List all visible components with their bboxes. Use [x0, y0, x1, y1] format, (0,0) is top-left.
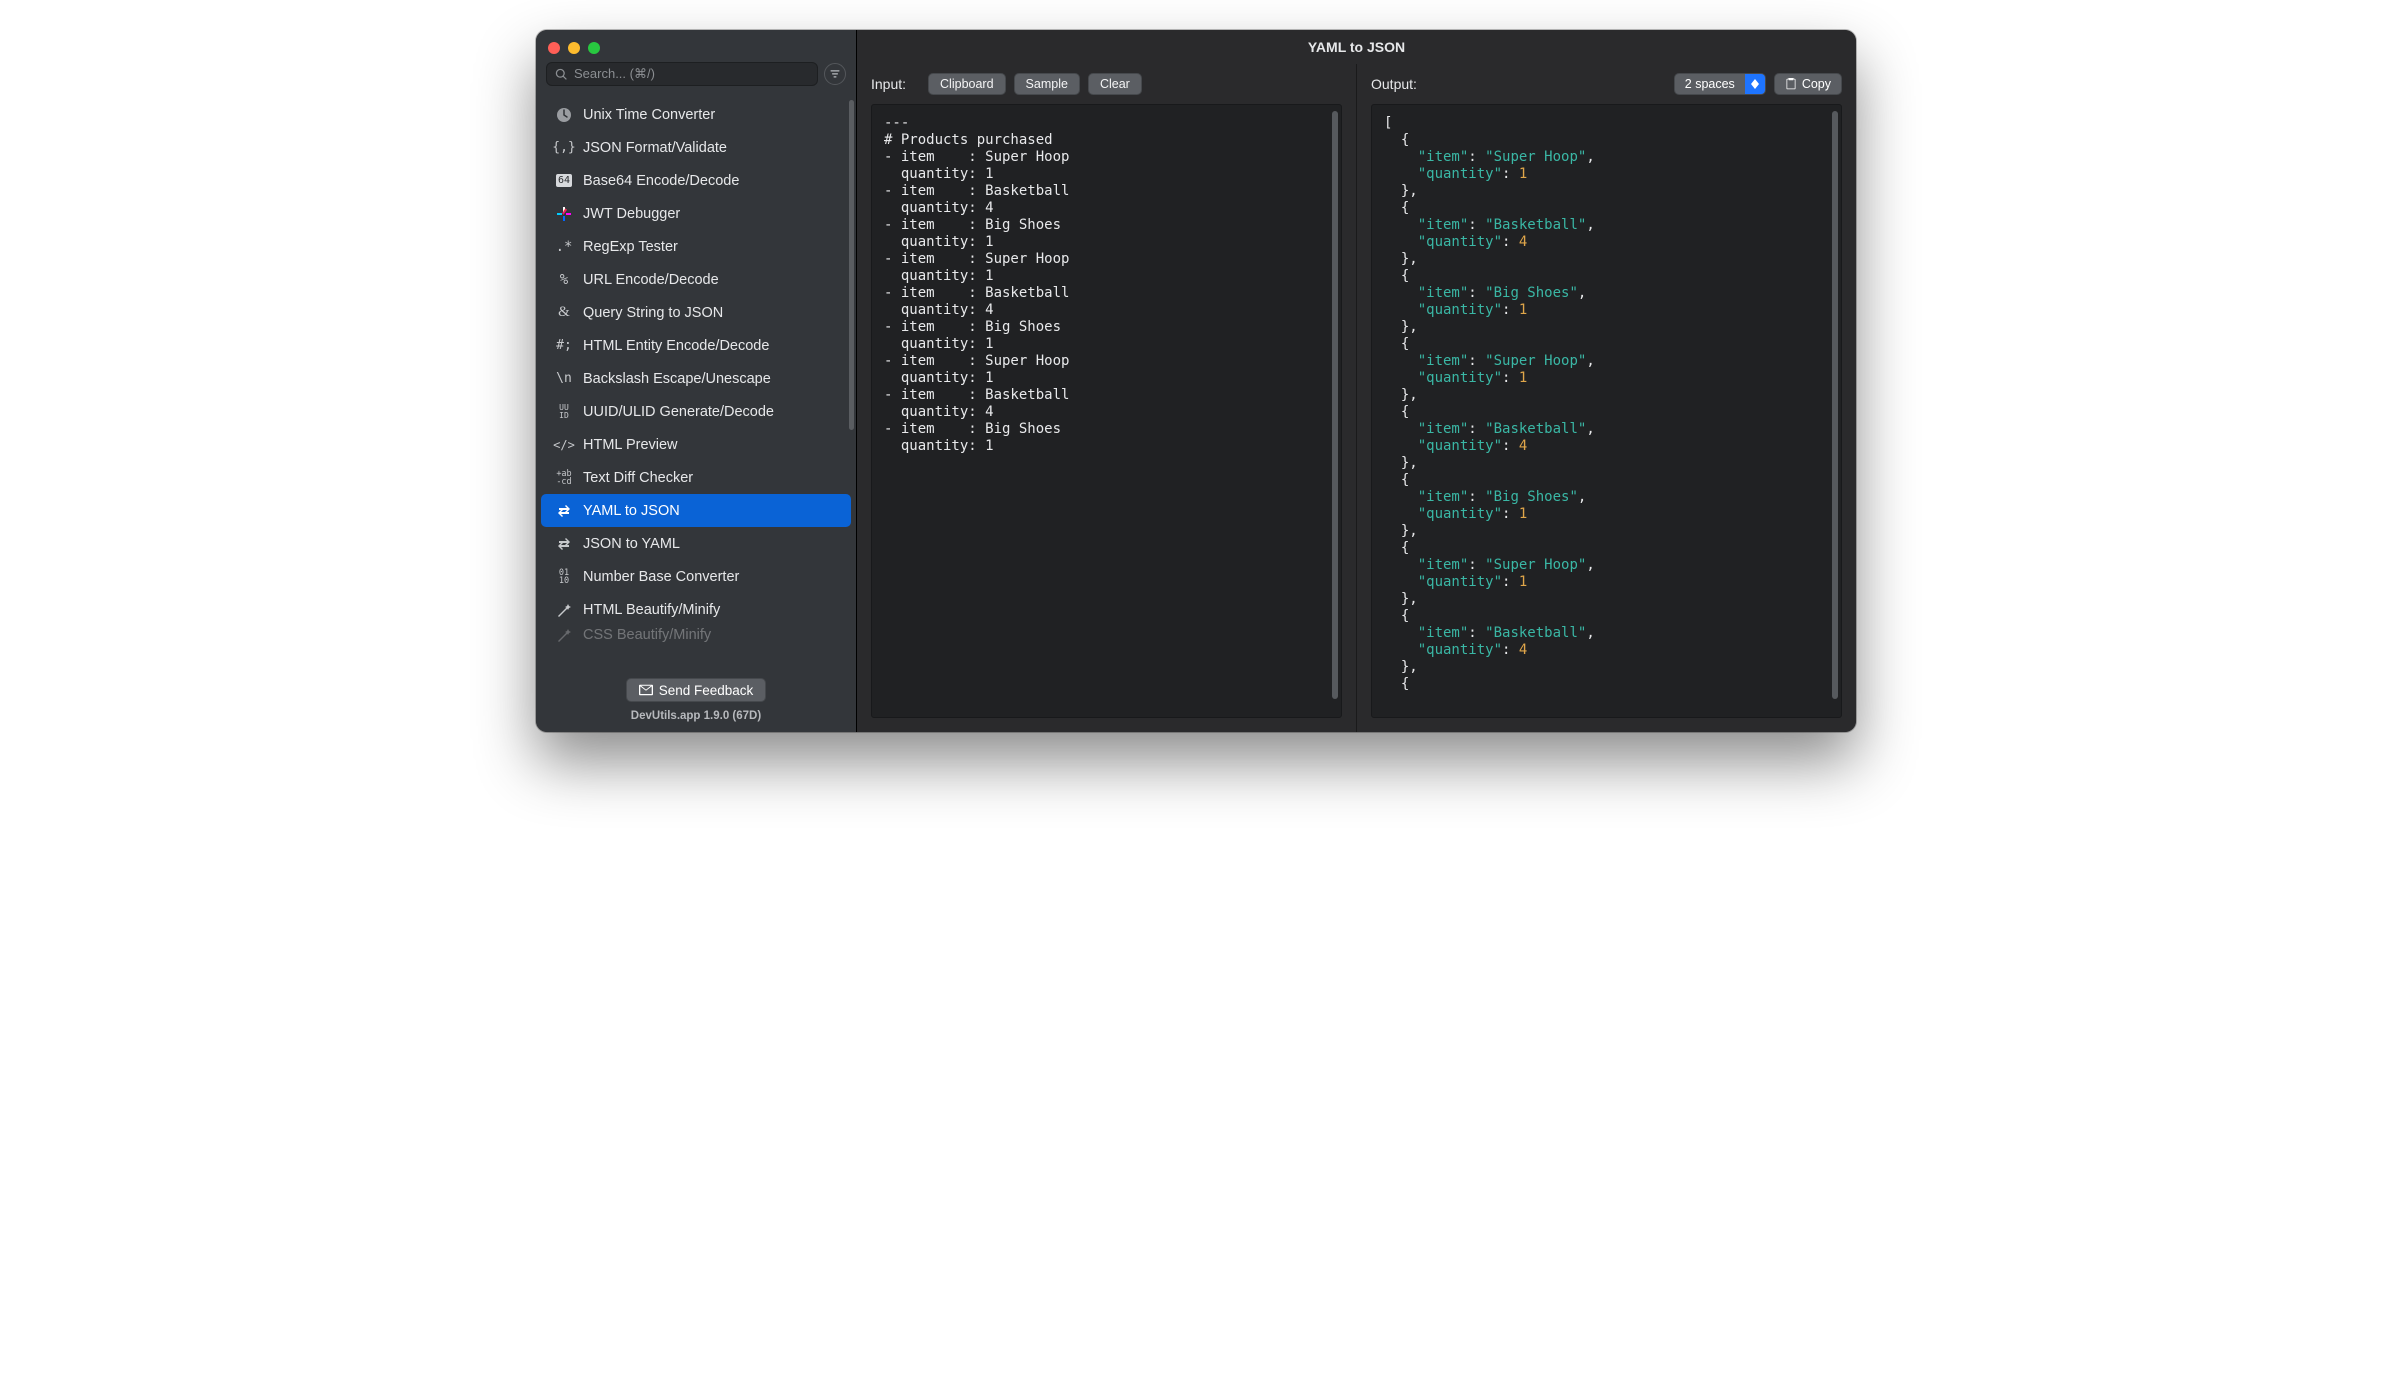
window-title: YAML to JSON — [857, 30, 1856, 64]
output-scrollbar[interactable] — [1832, 111, 1838, 699]
binary-icon: 0110 — [555, 568, 573, 586]
uuid-icon: UUID — [555, 403, 573, 421]
search-icon — [555, 68, 568, 81]
sidebar-item-label: Number Base Converter — [583, 569, 739, 585]
sidebar-item-unix-time-converter[interactable]: Unix Time Converter — [541, 98, 851, 131]
clipboard-icon — [1785, 78, 1797, 90]
chevron-updown-icon — [1745, 74, 1765, 94]
sidebar-item-label: RegExp Tester — [583, 239, 678, 255]
percent-icon: % — [555, 271, 573, 289]
sidebar-item-backslash-escape-unescape[interactable]: \n Backslash Escape/Unescape — [541, 362, 851, 395]
minimize-window-button[interactable] — [568, 42, 580, 54]
sidebar-item-label: Unix Time Converter — [583, 107, 715, 123]
swap-icon — [555, 535, 573, 553]
sidebar-item-regexp-tester[interactable]: .* RegExp Tester — [541, 230, 851, 263]
sidebar-item-label: Backslash Escape/Unescape — [583, 371, 771, 387]
sidebar-item-html-entity-encode-decode[interactable]: #; HTML Entity Encode/Decode — [541, 329, 851, 362]
sidebar-item-base64-encode-decode[interactable]: 64 Base64 Encode/Decode — [541, 164, 851, 197]
zoom-window-button[interactable] — [588, 42, 600, 54]
wand-icon — [555, 626, 573, 644]
sidebar-item-label: HTML Preview — [583, 437, 678, 453]
clock-icon — [555, 106, 573, 124]
sidebar-item-url-encode-decode[interactable]: % URL Encode/Decode — [541, 263, 851, 296]
sidebar-item-label: JSON to YAML — [583, 536, 680, 552]
app-window: Search... (⌘/) Unix Time Converter {,} JSO… — [536, 30, 1856, 732]
diff-icon: +ab-cd — [555, 469, 573, 487]
indent-value: 2 spaces — [1675, 77, 1745, 91]
send-feedback-button[interactable]: Send Feedback — [626, 678, 767, 702]
close-window-button[interactable] — [548, 42, 560, 54]
html-icon: </> — [555, 436, 573, 454]
sidebar-item-uuid-ulid-generate-decode[interactable]: UUID UUID/ULID Generate/Decode — [541, 395, 851, 428]
sidebar-item-label: YAML to JSON — [583, 503, 680, 519]
window-controls — [536, 30, 856, 60]
sidebar-item-label: Query String to JSON — [583, 305, 723, 321]
backslash-icon: \n — [555, 370, 573, 388]
sidebar-item-label: Base64 Encode/Decode — [583, 173, 739, 189]
copy-label: Copy — [1802, 77, 1831, 91]
sidebar-item-label: HTML Entity Encode/Decode — [583, 338, 769, 354]
sidebar-item-label: JSON Format/Validate — [583, 140, 727, 156]
wand-icon — [555, 601, 573, 619]
sample-button[interactable]: Sample — [1014, 73, 1080, 95]
search-placeholder: Search... (⌘/) — [574, 66, 655, 82]
sidebar-item-yaml-to-json[interactable]: YAML to JSON — [541, 494, 851, 527]
input-code[interactable]: --- # Products purchased - item : Super … — [871, 104, 1342, 718]
sidebar-item-query-string-to-json[interactable]: &Query String to JSON — [541, 296, 851, 329]
sidebar-scrollbar[interactable] — [849, 100, 854, 430]
output-pane: Output: 2 spaces Copy [ — [1356, 64, 1856, 732]
mail-icon — [639, 683, 653, 697]
clear-button[interactable]: Clear — [1088, 73, 1142, 95]
filter-button[interactable] — [824, 63, 846, 85]
input-label: Input: — [871, 76, 906, 92]
sidebar: Search... (⌘/) Unix Time Converter {,} JSO… — [536, 30, 857, 732]
swap-icon — [555, 502, 573, 520]
sidebar-item-json-format-validate[interactable]: {,} JSON Format/Validate — [541, 131, 851, 164]
sidebar-item-css-beautify-minify[interactable]: CSS Beautify/Minify — [541, 626, 851, 644]
sidebar-item-html-beautify-minify[interactable]: HTML Beautify/Minify — [541, 593, 851, 626]
filter-icon — [829, 68, 841, 80]
jwt-icon — [555, 205, 573, 223]
sidebar-item-label: JWT Debugger — [583, 206, 680, 222]
base64-icon: 64 — [555, 172, 573, 190]
sidebar-item-label: Text Diff Checker — [583, 470, 693, 486]
output-label: Output: — [1371, 76, 1417, 92]
regex-icon: .* — [555, 238, 573, 256]
json-icon: {,} — [555, 139, 573, 157]
sidebar-item-label: UUID/ULID Generate/Decode — [583, 404, 774, 420]
sidebar-item-html-preview[interactable]: </> HTML Preview — [541, 428, 851, 461]
clipboard-button[interactable]: Clipboard — [928, 73, 1006, 95]
sidebar-item-label: HTML Beautify/Minify — [583, 602, 720, 618]
output-code[interactable]: [ { "item": "Super Hoop", "quantity": 1 … — [1371, 104, 1842, 718]
app-version: DevUtils.app 1.9.0 (67D) — [536, 704, 856, 732]
hash-icon: #; — [555, 337, 573, 355]
sidebar-item-text-diff-checker[interactable]: +ab-cd Text Diff Checker — [541, 461, 851, 494]
tool-list[interactable]: Unix Time Converter {,} JSON Format/Valida… — [536, 94, 856, 672]
send-feedback-label: Send Feedback — [659, 683, 754, 698]
sidebar-item-label: URL Encode/Decode — [583, 272, 719, 288]
ampersand-icon: & — [555, 304, 573, 322]
sidebar-item-jwt-debugger[interactable]: JWT Debugger — [541, 197, 851, 230]
indent-select[interactable]: 2 spaces — [1674, 73, 1766, 95]
search-input[interactable]: Search... (⌘/) — [546, 62, 818, 86]
input-scrollbar[interactable] — [1332, 111, 1338, 699]
input-pane: Input: Clipboard Sample Clear --- # Prod… — [857, 64, 1356, 732]
copy-button[interactable]: Copy — [1774, 73, 1842, 95]
main: YAML to JSON Input: Clipboard Sample Cle… — [857, 30, 1856, 732]
sidebar-item-label: CSS Beautify/Minify — [583, 627, 711, 643]
sidebar-item-number-base-converter[interactable]: 0110 Number Base Converter — [541, 560, 851, 593]
sidebar-item-json-to-yaml[interactable]: JSON to YAML — [541, 527, 851, 560]
